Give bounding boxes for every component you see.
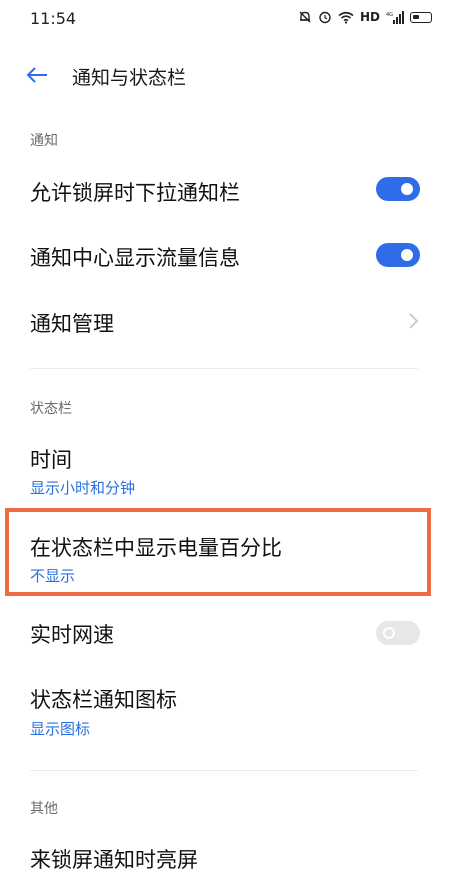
row-title: 在状态栏中显示电量百分比 <box>30 536 282 560</box>
divider <box>30 368 418 369</box>
row-wake-screen-on-notification[interactable]: 来锁屏通知时亮屏 <box>0 830 462 872</box>
arrow-left-icon <box>26 67 47 83</box>
row-battery-percentage[interactable]: 在状态栏中显示电量百分比 不显示 <box>0 512 462 592</box>
row-subtitle: 不显示 <box>30 567 76 585</box>
row-status-bar-notification-icons[interactable]: 状态栏通知图标 显示图标 <box>0 670 462 748</box>
toggle-allow-lockscreen-pulldown[interactable] <box>376 177 420 201</box>
back-button[interactable] <box>24 62 50 88</box>
toggle-realtime-network-speed[interactable] <box>376 621 420 645</box>
page-title: 通知与状态栏 <box>72 67 187 89</box>
mute-bell-icon <box>298 10 312 24</box>
alarm-icon <box>318 10 332 24</box>
battery-icon <box>410 11 432 23</box>
row-subtitle: 显示图标 <box>30 720 91 738</box>
row-subtitle: 显示小时和分钟 <box>30 479 136 497</box>
row-title: 通知中心显示流量信息 <box>30 246 240 270</box>
row-title: 状态栏通知图标 <box>30 688 177 712</box>
row-title: 时间 <box>30 448 72 472</box>
signal-icon: 4G <box>386 10 404 24</box>
status-icons: HD 4G <box>298 10 432 24</box>
section-label-status-bar: 状态栏 <box>30 401 72 417</box>
row-title: 来锁屏通知时亮屏 <box>30 848 198 872</box>
row-title: 通知管理 <box>30 312 114 336</box>
status-bar: 11:54 HD 4G <box>0 0 462 40</box>
wifi-icon <box>338 11 354 24</box>
hd-icon: HD <box>359 10 380 24</box>
section-label-other: 其他 <box>30 801 58 817</box>
row-title: 允许锁屏时下拉通知栏 <box>30 181 240 205</box>
row-realtime-network-speed[interactable]: 实时网速 <box>0 602 462 664</box>
row-title: 实时网速 <box>30 623 114 647</box>
row-allow-lockscreen-pulldown[interactable]: 允许锁屏时下拉通知栏 <box>0 160 462 222</box>
section-label-notification: 通知 <box>30 133 58 149</box>
row-show-traffic-info[interactable]: 通知中心显示流量信息 <box>0 225 462 287</box>
row-time[interactable]: 时间 显示小时和分钟 <box>0 430 462 504</box>
toggle-show-traffic-info[interactable] <box>376 243 420 267</box>
row-notification-management[interactable]: 通知管理 <box>0 290 462 352</box>
chevron-right-icon <box>409 313 419 329</box>
header: 通知与状态栏 <box>0 52 462 100</box>
svg-text:4G: 4G <box>386 12 393 18</box>
status-time: 11:54 <box>30 9 77 28</box>
divider <box>30 770 418 771</box>
